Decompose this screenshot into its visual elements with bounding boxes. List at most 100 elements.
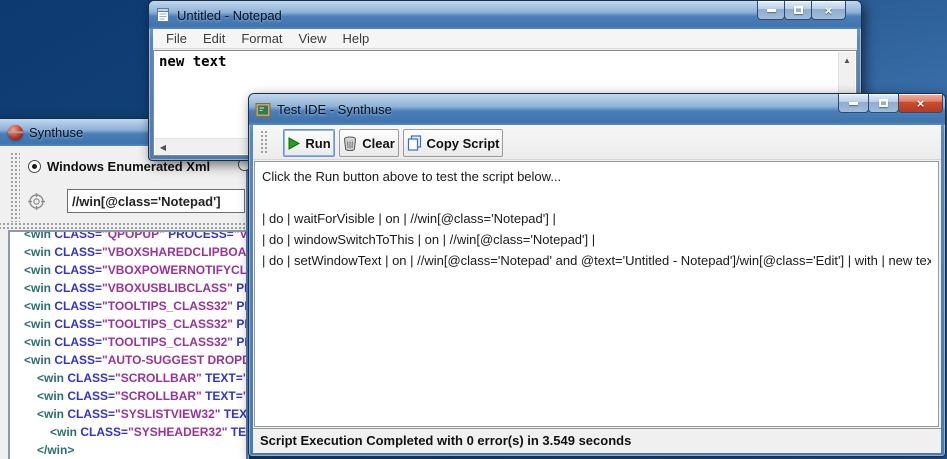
synthuse-window: Synthuse Windows Enumerated Xml [0, 118, 250, 459]
menu-edit[interactable]: Edit [195, 31, 233, 46]
synthuse-title: Synthuse [29, 125, 83, 140]
xml-tree-panel[interactable]: <win CLASS="QPOPUP" PROCESS="VIR<win CLA… [8, 230, 246, 459]
xml-tag: <win [24, 245, 51, 259]
xml-line: <win CLASS="SYSHEADER32" TEXT [10, 423, 246, 441]
notepad-app-icon [155, 7, 171, 23]
testide-titlebar[interactable]: Test IDE - Synthuse × [249, 94, 945, 125]
notepad-window-controls: × [758, 1, 846, 20]
run-button-label: Run [305, 136, 330, 151]
run-button[interactable]: Run [283, 129, 335, 157]
testide-app-icon [255, 102, 271, 118]
xml-val: "QPOPUP" [102, 230, 165, 241]
run-play-icon [287, 137, 300, 150]
minimize-icon [849, 102, 858, 105]
status-text: Script Execution Completed with 0 error(… [260, 433, 631, 448]
xml-attr: CLASS= [77, 425, 128, 439]
clear-button-label: Clear [362, 136, 395, 151]
maximize-button[interactable] [868, 94, 899, 113]
minimize-button[interactable] [838, 94, 869, 113]
xml-line: <win CLASS="AUTO-SUGGEST DROPDO [10, 351, 246, 369]
xml-line: </win> [10, 441, 246, 459]
xml-tag: <win [24, 281, 51, 295]
close-icon: × [917, 97, 925, 110]
toolbar-grip-handle[interactable] [260, 130, 269, 155]
element-picker-crosshair-icon[interactable] [28, 193, 45, 210]
maximize-button[interactable] [784, 1, 812, 20]
scroll-left-icon[interactable]: ◀ [155, 139, 171, 155]
close-button[interactable]: × [898, 94, 943, 113]
testide-window-controls: × [839, 94, 943, 113]
xml-tag: <win [37, 407, 64, 421]
xml-attr: CLASS= [64, 407, 115, 421]
xml-val: "SYSHEADER32" [128, 425, 227, 439]
xml-attr: TEXT= [220, 407, 246, 421]
xml-line: <win CLASS="SCROLLBAR" TEXT="" c [10, 369, 246, 387]
xml-attr: CLASS= [51, 263, 102, 277]
notepad-titlebar[interactable]: Untitled - Notepad × [149, 1, 861, 29]
xml-val: "VIR [234, 230, 246, 241]
xml-attr: PRO [233, 335, 246, 349]
xml-tag: <win [24, 299, 51, 313]
menu-help[interactable]: Help [334, 31, 377, 46]
xml-line: <win CLASS="SYSLISTVIEW32" TEXT= [10, 405, 246, 423]
close-button[interactable]: × [811, 1, 846, 20]
xml-line: <win CLASS="VBOXPOWERNOTIFYCLAS [10, 261, 246, 279]
xml-attr: PRO [233, 317, 246, 331]
xml-val: "TOOLTIPS_CLASS32" [102, 317, 233, 331]
xml-attr: TEXT [227, 425, 246, 439]
testide-client: Run Clear [253, 125, 941, 453]
xml-lines: <win CLASS="QPOPUP" PROCESS="VIR<win CLA… [10, 230, 246, 459]
script-line: | do | waitForVisible | on | //win[@clas… [262, 208, 931, 229]
xml-val: "VBOXUSBLIBCLASS" [102, 281, 233, 295]
clear-button[interactable]: Clear [339, 129, 399, 157]
toolbar-grip-handle[interactable] [10, 152, 20, 222]
xml-val: "VBOXPOWERNOTIFYCLAS [102, 263, 246, 277]
xml-tag: <win [37, 389, 64, 403]
status-bar: Script Execution Completed with 0 error(… [253, 428, 941, 451]
menu-format[interactable]: Format [233, 31, 290, 46]
xml-tag: <win [24, 263, 51, 277]
menu-file[interactable]: File [158, 31, 195, 46]
xml-val: "" [243, 389, 246, 403]
xml-attr: CLASS= [51, 245, 102, 259]
xml-line: <win CLASS="TOOLTIPS_CLASS32" PRO [10, 315, 246, 333]
notepad-title: Untitled - Notepad [177, 8, 282, 23]
toolbar-separator-grip[interactable] [0, 222, 246, 230]
xml-tag: <win [50, 425, 77, 439]
menu-view[interactable]: View [291, 31, 335, 46]
xml-val: "SCROLLBAR" [115, 371, 202, 385]
xml-val: "" [243, 371, 246, 385]
xml-val: "TOOLTIPS_CLASS32" [102, 335, 233, 349]
script-line [262, 187, 931, 208]
xml-val: "AUTO-SUGGEST DROPDO [102, 353, 246, 367]
testide-title: Test IDE - Synthuse [277, 102, 392, 117]
minimize-button[interactable] [757, 1, 785, 20]
xml-line: <win CLASS="VBOXSHAREDCLIPBOARD [10, 243, 246, 261]
radio-windows-enumerated-xml[interactable] [28, 160, 41, 173]
testide-window: Test IDE - Synthuse × Run [248, 93, 946, 457]
xml-val: "SCROLLBAR" [115, 389, 202, 403]
close-icon: × [825, 4, 833, 17]
script-line: | do | windowSwitchToThis | on | //win[@… [262, 229, 931, 250]
scroll-up-icon[interactable]: ▲ [839, 52, 855, 68]
xml-attr: TEXT= [202, 371, 243, 385]
xml-attr: CLASS= [51, 335, 102, 349]
xml-attr: PRO [233, 281, 246, 295]
xml-line: <win CLASS="QPOPUP" PROCESS="VIR [10, 230, 246, 243]
xml-tag: <win [24, 353, 51, 367]
xml-line: <win CLASS="TOOLTIPS_CLASS32" PRO [10, 297, 246, 315]
script-text-area[interactable]: Click the Run button above to test the s… [254, 161, 939, 427]
xpath-row [28, 188, 245, 214]
xml-attr: CLASS= [51, 299, 102, 313]
testide-toolbar: Run Clear [253, 125, 941, 160]
xml-val: "SYSLISTVIEW32" [115, 407, 220, 421]
xml-tag: <win [24, 335, 51, 349]
xpath-input[interactable] [67, 189, 245, 213]
script-line: Click the Run button above to test the s… [262, 166, 931, 187]
notepad-menu-bar: File Edit Format View Help [153, 29, 857, 49]
minimize-icon [767, 9, 776, 12]
xml-attr: CLASS= [51, 317, 102, 331]
copy-script-button[interactable]: Copy Script [403, 129, 503, 157]
synthuse-client: Windows Enumerated Xml <win CLASS="QPOPU… [0, 146, 246, 459]
xml-line: <win CLASS="VBOXUSBLIBCLASS" PRO [10, 279, 246, 297]
